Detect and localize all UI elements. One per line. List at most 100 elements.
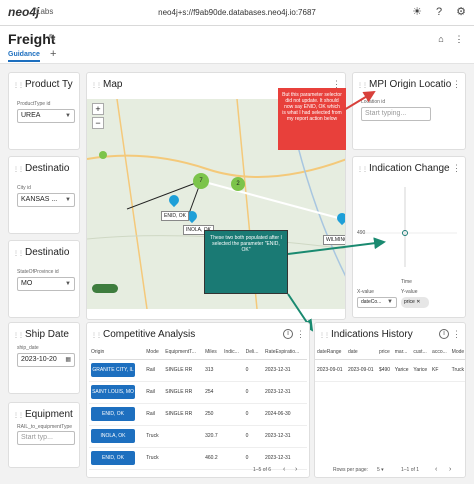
zoom-out-button[interactable]: −: [92, 117, 104, 129]
drag-handle-icon[interactable]: ⋮⋮: [13, 412, 24, 419]
card-equipment: ⋮⋮ Equipment RAIL_to_equipmentType Start…: [8, 402, 80, 468]
map-tooltip: WILMINGTON: [323, 235, 345, 245]
column-header[interactable]: EquipmentT...: [163, 345, 204, 360]
card-ship-date: ⋮⋮ Ship Date ship_date 2023-10-20 ▦: [8, 322, 80, 394]
state-select[interactable]: MO ▼: [17, 277, 75, 291]
info-icon[interactable]: i: [439, 329, 449, 339]
chevron-down-icon: ▼: [387, 299, 393, 305]
table-cell: Truck: [144, 425, 164, 448]
x-value-select[interactable]: dateCo... ▼: [357, 297, 397, 308]
table-cell: 0: [243, 425, 263, 448]
drag-handle-icon[interactable]: ⋮⋮: [13, 332, 24, 339]
connection-string[interactable]: neo4j+s://f9ab90de.databases.neo4j.io:76…: [0, 8, 474, 17]
column-header[interactable]: cust...: [411, 345, 431, 360]
location-legend-badge[interactable]: [92, 284, 118, 293]
origin-action-button[interactable]: ENID, OK: [91, 407, 135, 421]
add-tab-icon[interactable]: +: [50, 48, 56, 60]
table-cell: 320.7: [203, 425, 223, 448]
help-icon[interactable]: ?: [432, 5, 446, 19]
table-cell: Rail: [144, 381, 164, 404]
card-title: Competitive Analysis: [103, 329, 196, 340]
map-cluster[interactable]: 2: [231, 177, 245, 191]
prev-page-button[interactable]: ‹: [435, 466, 437, 473]
more-icon[interactable]: ⋮: [296, 329, 305, 340]
product-type-select[interactable]: UREA ▼: [17, 109, 75, 123]
origin-action-button[interactable]: SAINT LOUIS, MO: [91, 385, 135, 399]
table-cell: 0: [243, 359, 263, 382]
table-row: ENID, OK Truck 460.2 0 2023-12-31: [89, 447, 307, 470]
origin-action-button[interactable]: INOLA, OK: [91, 429, 135, 443]
more-icon[interactable]: ⋮: [452, 32, 466, 46]
column-header[interactable]: acco...: [430, 345, 450, 360]
column-header[interactable]: dateRange: [315, 345, 346, 360]
drag-handle-icon[interactable]: ⋮⋮: [91, 332, 102, 339]
more-icon[interactable]: ⋮: [452, 329, 461, 340]
tab-guidance[interactable]: Guidance: [8, 51, 40, 62]
column-header[interactable]: date: [345, 345, 377, 360]
column-header[interactable]: Mode: [144, 345, 164, 360]
next-page-button[interactable]: ›: [449, 466, 451, 473]
drag-handle-icon[interactable]: ⋮⋮: [357, 166, 368, 173]
drag-handle-icon[interactable]: ⋮⋮: [91, 82, 102, 89]
field-label: Location id: [361, 99, 386, 105]
mpi-origin-input[interactable]: Start typing...: [361, 107, 431, 121]
map-cluster[interactable]: [99, 151, 107, 159]
dashboard-header: Freight ✎ Guidance + ⌂ ⋮: [0, 26, 474, 64]
calendar-icon[interactable]: ▦: [65, 354, 71, 366]
indication-chart: [363, 187, 457, 267]
ship-date-input[interactable]: 2023-10-20 ▦: [17, 353, 75, 367]
card-title: Product Ty: [25, 79, 73, 90]
column-header[interactable]: price: [376, 345, 393, 360]
city-select[interactable]: KANSAS ... ▼: [17, 193, 75, 207]
info-icon[interactable]: i: [283, 329, 293, 339]
table-cell: [222, 359, 244, 382]
top-bar: neo4j Labs neo4j+s://f9ab90de.databases.…: [0, 0, 474, 26]
table-row: 2023-09-01 2023-09-01 $490 Yarice Yarice KF Tr…: [315, 359, 465, 382]
chevron-down-icon: ▼: [65, 197, 71, 203]
home-icon[interactable]: ⌂: [434, 32, 448, 46]
theme-toggle-icon[interactable]: ☀: [410, 5, 424, 19]
column-header[interactable]: Indic...: [222, 345, 244, 360]
table-cell: Yarice: [392, 359, 412, 382]
drag-handle-icon[interactable]: ⋮⋮: [13, 166, 24, 173]
chevron-down-icon: ▼: [65, 113, 71, 119]
next-page-button[interactable]: ›: [295, 466, 297, 473]
drag-handle-icon[interactable]: ⋮⋮: [357, 82, 368, 89]
annotation-red-note: But this parameter selector did not upda…: [278, 88, 346, 150]
card-destination-state: ⋮⋮ Destinatio StateOfProvince id MO ▼: [8, 240, 80, 318]
drag-handle-icon[interactable]: ⋮⋮: [13, 250, 24, 257]
settings-icon[interactable]: ⚙: [454, 5, 468, 19]
table-cell: 313: [203, 359, 223, 382]
equipment-input[interactable]: Start typ...: [17, 431, 75, 445]
table-row: GRANITE CITY, IL Rail SINGLE RR 313 0 2023-12…: [89, 359, 307, 382]
table-row: SAINT LOUIS, MO Rail SINGLE RR 254 0 2023-12-…: [89, 381, 307, 404]
table-cell: SINGLE RR: [163, 381, 204, 404]
drag-handle-icon[interactable]: ⋮⋮: [319, 332, 330, 339]
competitive-table: Origin Mode EquipmentT... Miles Indic... Deli…: [89, 345, 307, 470]
table-cell: 2023-09-01: [315, 359, 346, 382]
table-cell: [222, 381, 244, 404]
table-cell: 250: [203, 403, 223, 426]
table-cell: [163, 425, 204, 448]
zoom-in-button[interactable]: +: [92, 103, 104, 115]
edit-title-icon[interactable]: ✎: [48, 33, 56, 44]
map-cluster[interactable]: 7: [193, 173, 209, 189]
origin-action-button[interactable]: GRANITE CITY, IL: [91, 363, 135, 377]
drag-handle-icon[interactable]: ⋮⋮: [13, 82, 24, 89]
column-header[interactable]: Miles: [203, 345, 223, 360]
rows-per-page-select[interactable]: 5 ▾: [377, 467, 384, 473]
more-icon[interactable]: ⋮: [452, 79, 461, 90]
origin-action-button[interactable]: ENID, OK: [91, 451, 135, 465]
column-header[interactable]: Origin: [89, 345, 145, 360]
column-header[interactable]: RateExpiratio...: [262, 345, 307, 360]
column-header[interactable]: Deli...: [243, 345, 263, 360]
card-title: Map: [103, 79, 123, 90]
column-header[interactable]: mar...: [392, 345, 412, 360]
y-value-chip[interactable]: price ✕: [401, 297, 429, 308]
table-cell: GRANITE CITY, IL: [89, 359, 145, 382]
table-cell: $490: [376, 359, 393, 382]
more-icon[interactable]: ⋮: [452, 163, 461, 174]
prev-page-button[interactable]: ‹: [283, 466, 285, 473]
field-label: StateOfProvince id: [17, 269, 59, 275]
column-header[interactable]: Mode: [449, 345, 465, 360]
